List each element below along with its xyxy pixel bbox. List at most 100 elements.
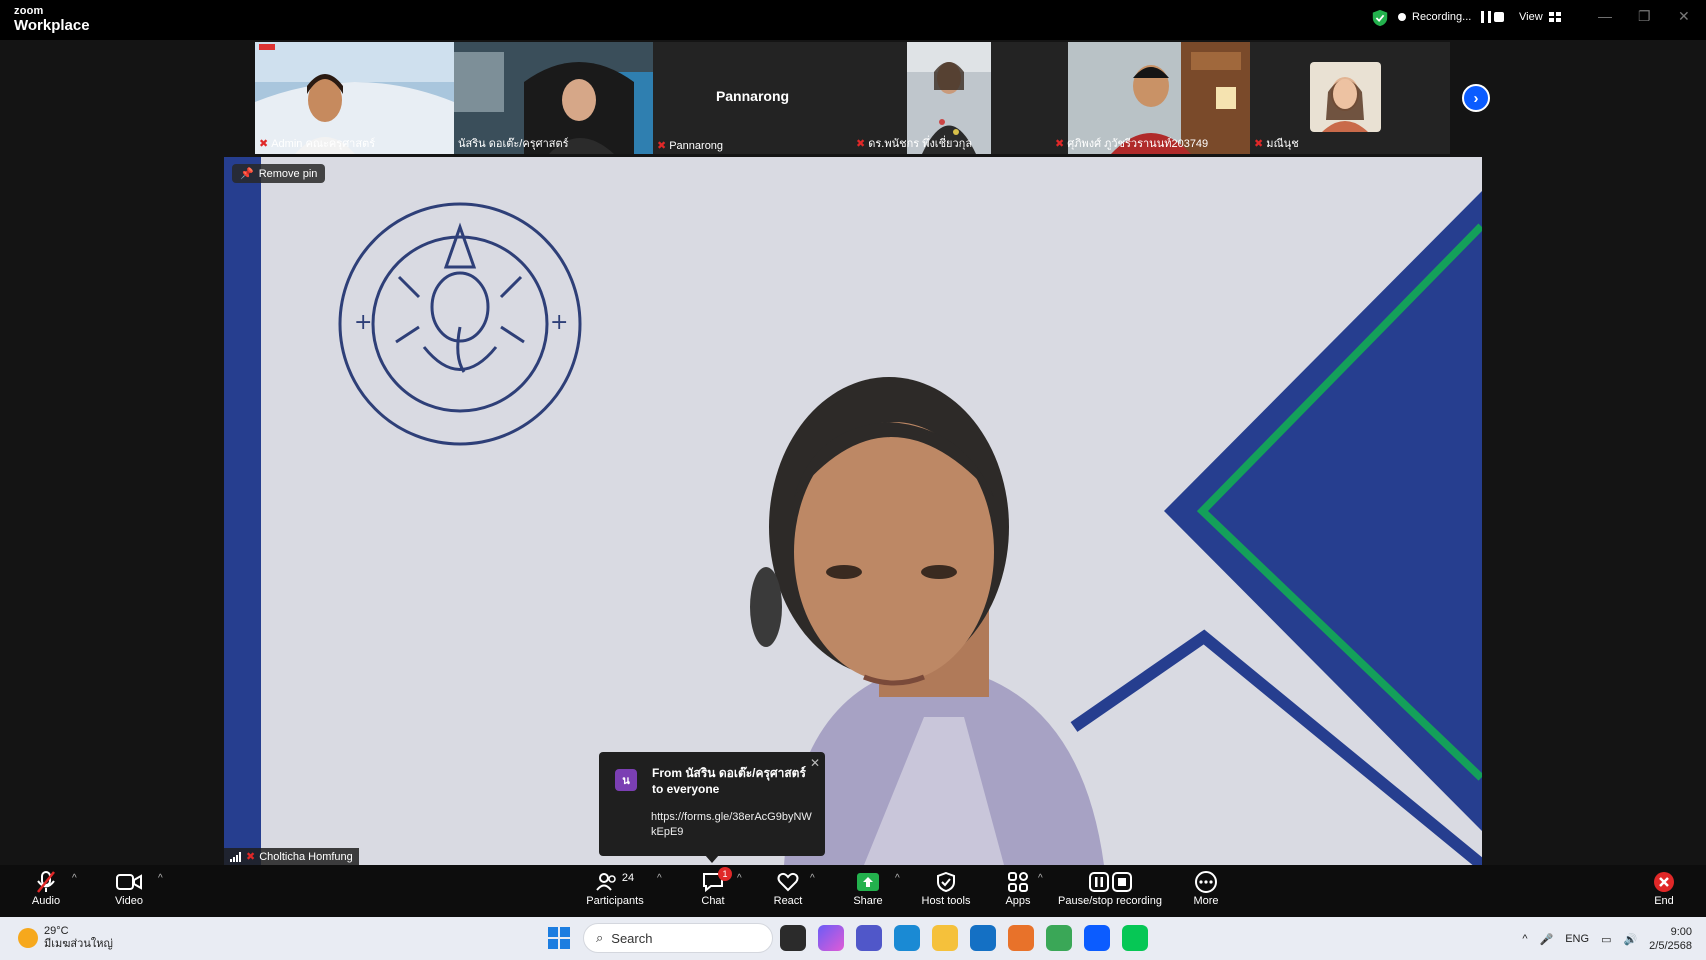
volume-icon[interactable]: 🔊 (1623, 933, 1637, 946)
mic-muted-icon (37, 871, 55, 893)
participant-name: ดร.พนัชกร พึ่งเชี่ยวกุล (868, 138, 973, 150)
pinned-video[interactable]: + + (224, 157, 1482, 865)
close-icon[interactable]: ✕ (810, 756, 820, 770)
participant-tile[interactable]: ✖ Admin คณะครุศาสตร์ (255, 42, 454, 154)
minimize-icon[interactable]: — (1598, 8, 1612, 24)
participant-tile[interactable]: ✖ ดร.พนัชกร พึ่งเชี่ยวกุล (852, 42, 1051, 154)
react-label: React (773, 895, 803, 907)
pause-stop-recording-button[interactable]: Pause/stop recording (1058, 869, 1162, 907)
pause-recording-icon[interactable] (1481, 11, 1492, 23)
speaker-name-tag: ✖ Cholticha Homfung (224, 848, 359, 865)
stop-recording-icon[interactable] (1494, 12, 1505, 22)
participant-tile[interactable]: Pannarong ✖ Pannarong (653, 42, 852, 154)
microphone-icon[interactable]: 🎤 (1540, 933, 1554, 946)
restore-icon[interactable]: ❐ (1638, 8, 1651, 25)
remove-pin-button[interactable]: 📌 Remove pin (232, 164, 326, 183)
teams-icon[interactable] (856, 925, 882, 951)
language-indicator[interactable]: ENG (1565, 933, 1589, 945)
network-icon[interactable]: ▭ (1601, 933, 1611, 946)
chat-from-line: From นัสริน ดอเต๊ะ/ครุศาสตร์ to everyone (652, 766, 806, 796)
recording-indicator[interactable]: Recording... (1398, 11, 1505, 23)
speaker-video-scene: + + (224, 157, 1482, 865)
participant-name: Admin คณะครุศาสตร์ (271, 138, 376, 150)
muted-mic-icon: ✖ (1254, 137, 1264, 150)
react-button[interactable]: React (773, 869, 803, 907)
taskbar-search[interactable]: ⌕ Search (583, 923, 773, 953)
title-bar: zoom Workplace Recording... View — ❐ ✕ (0, 0, 1706, 40)
apps-label: Apps (1005, 895, 1031, 907)
participant-tile[interactable]: ✖ มณีนุช (1250, 42, 1450, 154)
video-label: Video (115, 895, 143, 907)
participants-button[interactable]: 24 Participants (585, 869, 645, 907)
muted-mic-icon: ✖ (1055, 137, 1065, 150)
view-button[interactable]: View (1519, 11, 1561, 23)
firefox-icon[interactable] (1008, 925, 1034, 951)
participants-caret-icon[interactable]: ^ (657, 873, 662, 884)
chat-notification-tail (705, 855, 719, 863)
participant-name: นัสริน ดอเต๊ะ/ครุศาสตร์ (458, 138, 569, 150)
heart-icon (777, 872, 799, 892)
chrome-icon[interactable] (1046, 925, 1072, 951)
outlook-icon[interactable] (970, 925, 996, 951)
chevron-up-icon[interactable]: ^ (1522, 933, 1527, 945)
apps-caret-icon[interactable]: ^ (1038, 873, 1043, 884)
chat-unread-badge: 1 (718, 867, 732, 881)
next-page-button[interactable]: › (1462, 84, 1490, 112)
clock[interactable]: 9:00 2/5/2568 (1649, 925, 1692, 953)
chat-caret-icon[interactable]: ^ (737, 873, 742, 884)
chat-button[interactable]: 1 Chat (698, 867, 732, 907)
share-button[interactable]: Share (853, 869, 883, 907)
meeting-toolbar: Audio ^ Video ^ 24 Participants ^ 1 Chat (0, 865, 1706, 917)
chat-notification[interactable]: น From นัสริน ดอเต๊ะ/ครุศาสตร์ to everyo… (599, 752, 825, 856)
end-meeting-icon (1654, 872, 1674, 892)
react-caret-icon[interactable]: ^ (810, 873, 815, 884)
search-placeholder: Search (611, 930, 653, 946)
audio-options-caret-icon[interactable]: ^ (72, 873, 77, 884)
zoom-app-icon[interactable] (1084, 925, 1110, 951)
windows-start-icon[interactable] (548, 927, 570, 949)
participant-tile[interactable]: นัสริน ดอเต๊ะ/ครุศาสตร์ (454, 42, 653, 154)
stop-icon (1111, 872, 1132, 892)
end-button[interactable]: End (1652, 869, 1676, 907)
video-options-caret-icon[interactable]: ^ (158, 873, 163, 884)
muted-mic-icon: ✖ (259, 137, 269, 150)
chat-message[interactable]: https://forms.gle/38erAcG9byNWkEpE9 (651, 810, 816, 840)
chat-sender-avatar: น (615, 769, 637, 791)
participant-strip: ✖ Admin คณะครุศาสตร์ นัสริน ดอเต๊ะ/ครุศาส… (255, 42, 1450, 154)
weather-temperature: 29°C (44, 925, 69, 937)
pause-icon (1088, 872, 1109, 892)
speaker-name: Cholticha Homfung (259, 850, 353, 863)
video-button[interactable]: Video (114, 869, 144, 907)
more-button[interactable]: More (1190, 869, 1222, 907)
apps-icon (1008, 872, 1028, 892)
share-label: Share (853, 895, 883, 907)
signal-strength-icon (230, 851, 241, 862)
muted-mic-icon: ✖ (856, 137, 866, 150)
task-view-icon[interactable] (780, 925, 806, 951)
edge-icon[interactable] (894, 925, 920, 951)
end-label: End (1654, 895, 1674, 907)
more-label: More (1193, 895, 1219, 907)
copilot-icon[interactable] (818, 925, 844, 951)
host-tools-button[interactable]: Host tools (918, 869, 974, 907)
share-caret-icon[interactable]: ^ (895, 873, 900, 884)
file-explorer-icon[interactable] (932, 925, 958, 951)
more-icon (1195, 871, 1217, 893)
participants-count: 24 (621, 872, 635, 884)
participant-tile[interactable]: ✖ ศุภิพงศ์ ภูวัชรีวรานนท์203749 (1051, 42, 1250, 154)
windows-taskbar: 29°C มีเมฆส่วนใหญ่ ⌕ Search ^ 🎤 ENG ▭ 🔊 … (0, 917, 1706, 960)
encryption-shield-icon[interactable] (1371, 9, 1389, 27)
share-screen-icon (857, 873, 879, 891)
apps-button[interactable]: Apps (1003, 869, 1033, 907)
clock-time: 9:00 (1670, 926, 1692, 938)
search-icon: ⌕ (596, 930, 604, 945)
view-label: View (1519, 11, 1543, 23)
participants-label: Participants (586, 895, 644, 907)
line-app-icon[interactable] (1122, 925, 1148, 951)
logo-line2: Workplace (14, 17, 90, 34)
participant-name: ศุภิพงศ์ ภูวัชรีวรานนท์203749 (1067, 138, 1209, 150)
audio-button[interactable]: Audio (28, 869, 64, 907)
weather-widget[interactable]: 29°C มีเมฆส่วนใหญ่ (18, 925, 113, 951)
clock-date: 2/5/2568 (1649, 940, 1692, 952)
close-window-icon[interactable]: ✕ (1678, 8, 1690, 25)
